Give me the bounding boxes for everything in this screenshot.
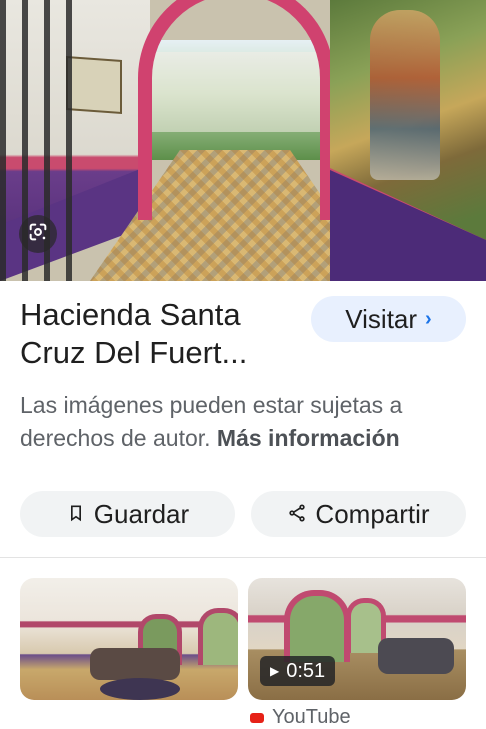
visit-button[interactable]: Visitar › — [311, 296, 466, 342]
thumb-arch — [198, 608, 238, 665]
section-divider — [0, 557, 486, 558]
youtube-icon — [250, 712, 264, 723]
video-duration-badge: ▶ 0:51 — [260, 656, 336, 686]
share-button-label: Compartir — [315, 498, 430, 529]
thumb-rug — [100, 678, 180, 700]
thumb-sofa — [90, 648, 180, 680]
related-image-thumbnail[interactable] — [20, 578, 238, 700]
copyright-notice: Las imágenes pueden estar sujetas a dere… — [20, 389, 470, 455]
video-source: YouTube — [250, 706, 351, 729]
chevron-right-icon: › — [425, 307, 432, 330]
hero-image[interactable] — [0, 0, 486, 281]
more-info-link[interactable]: Más información — [217, 425, 400, 451]
hero-pink-arch — [138, 0, 334, 220]
video-source-label: YouTube — [272, 706, 351, 728]
video-duration: 0:51 — [286, 659, 326, 682]
result-title[interactable]: Hacienda Santa Cruz Del Fuert... — [20, 296, 300, 372]
play-icon: ▶ — [270, 664, 280, 678]
thumb-sofa — [378, 638, 454, 674]
save-button[interactable]: Guardar — [20, 491, 235, 537]
visit-button-label: Visitar — [345, 303, 418, 334]
thumb-arch — [284, 590, 350, 662]
share-button[interactable]: Compartir — [251, 491, 466, 537]
save-button-label: Guardar — [93, 498, 190, 529]
bookmark-icon — [66, 499, 86, 530]
share-icon — [287, 499, 307, 530]
hero-mural-figure — [370, 10, 440, 180]
lens-button[interactable] — [19, 215, 57, 253]
google-lens-icon — [27, 221, 49, 248]
